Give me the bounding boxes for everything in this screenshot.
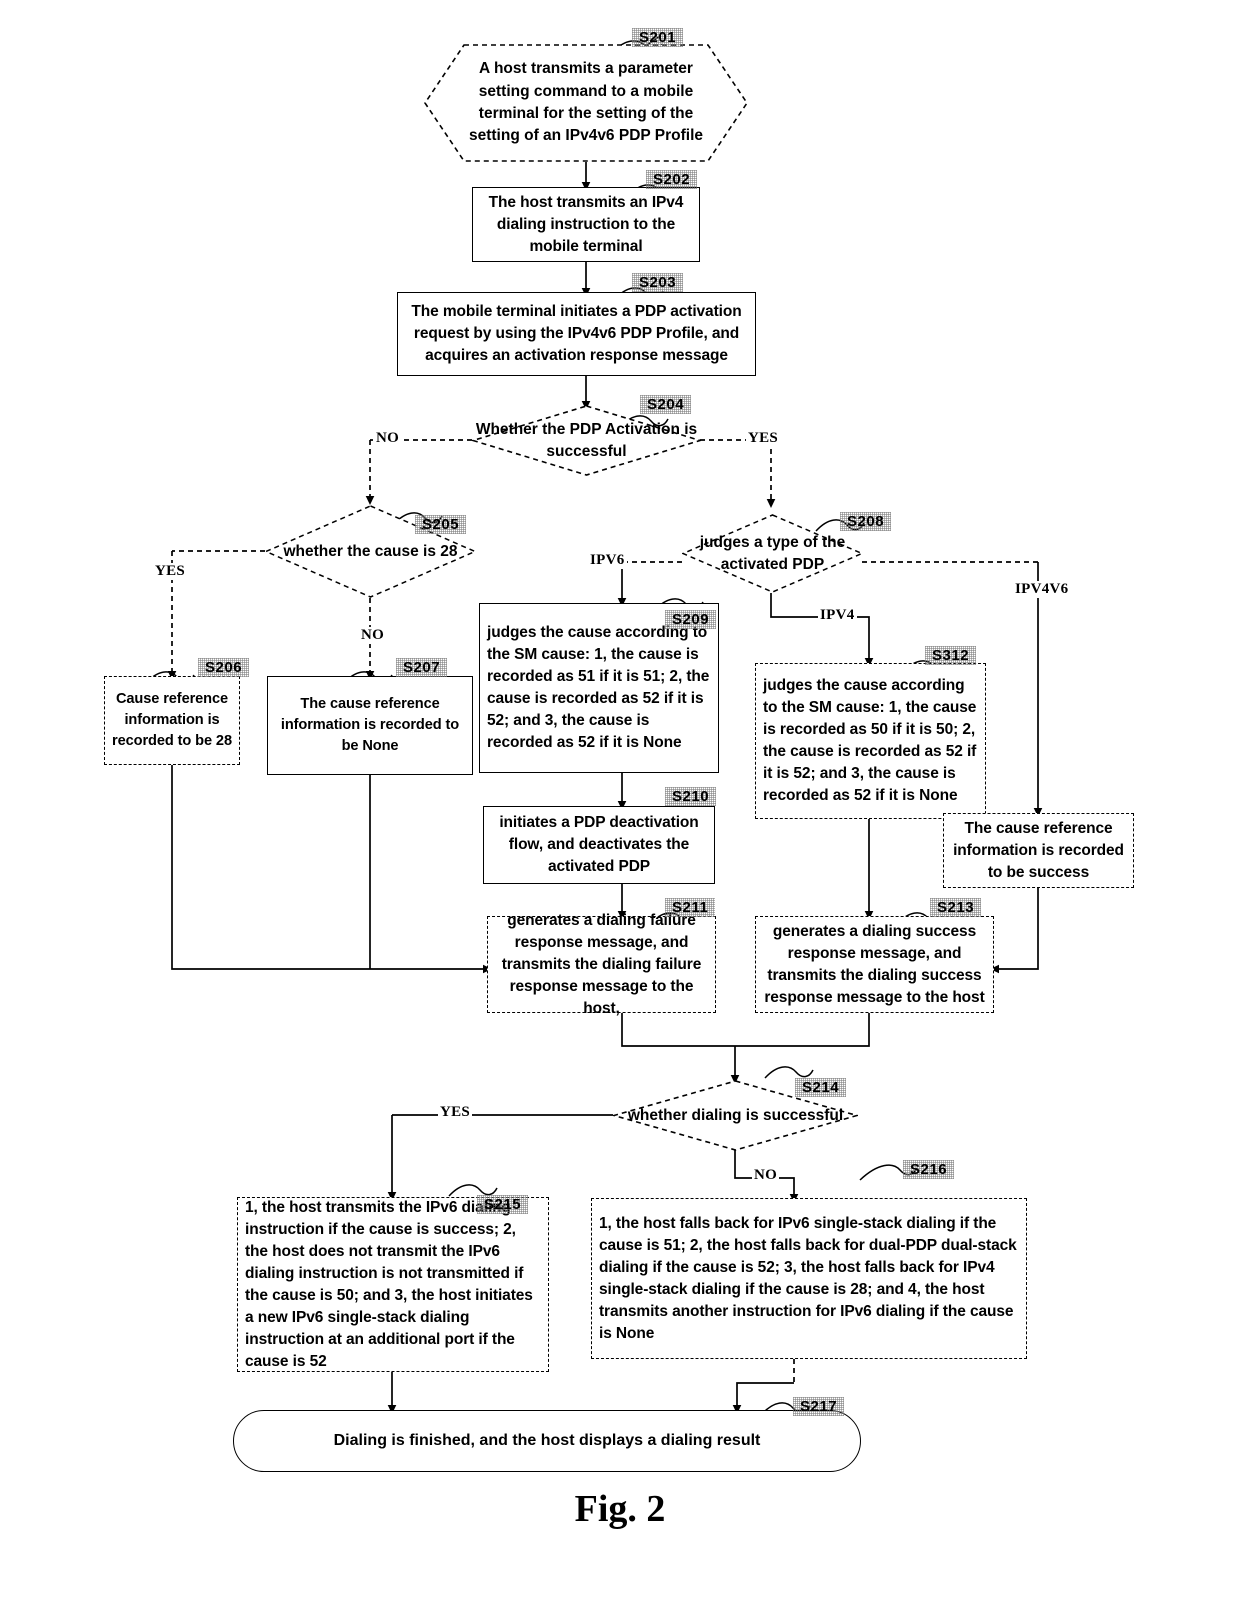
step-tag-s211: S211 <box>665 898 715 917</box>
step-tag-s204: S204 <box>640 395 691 414</box>
step-tag-s215: S215 <box>477 1195 528 1214</box>
step-tag-s205: S205 <box>415 515 466 534</box>
step-tag-s206: S206 <box>198 658 249 677</box>
step-tag-s214: S214 <box>795 1078 846 1097</box>
node-s312: judges the cause according to the SM cau… <box>755 663 986 819</box>
node-s217: Dialing is finished, and the host displa… <box>233 1410 861 1472</box>
node-s202-label: The host transmits an IPv4 dialing instr… <box>488 193 684 255</box>
node-s210-label: initiates a PDP deactivation flow, and d… <box>499 814 699 875</box>
step-tag-s312: S312 <box>925 646 976 665</box>
node-s215-label: 1, the host transmits the IPv6 dialing i… <box>245 1198 533 1370</box>
edge-label-s205-no: NO <box>359 627 387 644</box>
node-s217-label: Dialing is finished, and the host displa… <box>333 1432 761 1449</box>
edge-label-s208-ipv4: IPV4 <box>818 607 857 624</box>
node-s216: 1, the host falls back for IPv6 single-s… <box>591 1198 1027 1359</box>
step-tag-s209: S209 <box>665 610 716 629</box>
figure-canvas: A host transmits a parameter setting com… <box>0 0 1240 1617</box>
edge-label-s205-yes: YES <box>153 563 188 580</box>
step-tag-s201: S201 <box>632 28 683 47</box>
step-tag-s217: S217 <box>793 1397 844 1416</box>
node-s209-label: judges the cause according to the SM cau… <box>487 624 710 751</box>
step-tag-s207: S207 <box>396 658 447 677</box>
edge-label-s204-yes: YES <box>746 430 781 447</box>
step-tag-s213: S213 <box>930 898 981 917</box>
edge-label-s208-ipv6: IPV6 <box>588 552 627 569</box>
node-s201-label: A host transmits a parameter setting com… <box>468 60 703 145</box>
step-tag-s210: S210 <box>665 787 716 806</box>
node-s208-label: judges a type of the activated PDP <box>699 533 846 573</box>
node-s201: A host transmits a parameter setting com… <box>424 44 748 162</box>
node-cause-success: The cause reference information is recor… <box>943 813 1134 888</box>
node-s207: The cause reference information is recor… <box>267 676 473 775</box>
node-s213: generates a dialing success response mes… <box>755 916 994 1013</box>
node-s206: Cause reference information is recorded … <box>104 676 240 765</box>
step-tag-s203: S203 <box>632 273 683 292</box>
node-s203-label: The mobile terminal initiates a PDP acti… <box>411 303 742 364</box>
node-s215: 1, the host transmits the IPv6 dialing i… <box>237 1197 549 1372</box>
node-s216-label: 1, the host falls back for IPv6 single-s… <box>599 1214 1017 1342</box>
figure-caption: Fig. 2 <box>574 1488 666 1530</box>
node-s210: initiates a PDP deactivation flow, and d… <box>483 806 715 884</box>
edge-label-s214-yes: YES <box>438 1104 473 1121</box>
step-tag-s216: S216 <box>903 1160 954 1179</box>
node-s207-label: The cause reference information is recor… <box>280 696 460 754</box>
node-s203: The mobile terminal initiates a PDP acti… <box>397 292 756 376</box>
node-s211-label: generates a dialing failure response mes… <box>501 911 702 1017</box>
node-s211: generates a dialing failure response mes… <box>487 912 716 1017</box>
step-tag-s208: S208 <box>840 512 891 531</box>
node-s213-label: generates a dialing success response mes… <box>764 922 985 1006</box>
node-s204-label: Whether the PDP Activation is successful <box>475 420 698 460</box>
edge-label-s214-no: NO <box>752 1167 780 1184</box>
edge-label-s208-ipv4v6: IPV4V6 <box>1013 581 1071 598</box>
node-s206-label: Cause reference information is recorded … <box>112 691 232 749</box>
node-s312-label: judges the cause according to the SM cau… <box>763 677 977 804</box>
node-cause-success-label: The cause reference information is recor… <box>953 819 1124 881</box>
edge-label-s204-no: NO <box>374 430 402 447</box>
node-s202: The host transmits an IPv4 dialing instr… <box>472 187 700 262</box>
step-tag-s202: S202 <box>646 170 697 189</box>
